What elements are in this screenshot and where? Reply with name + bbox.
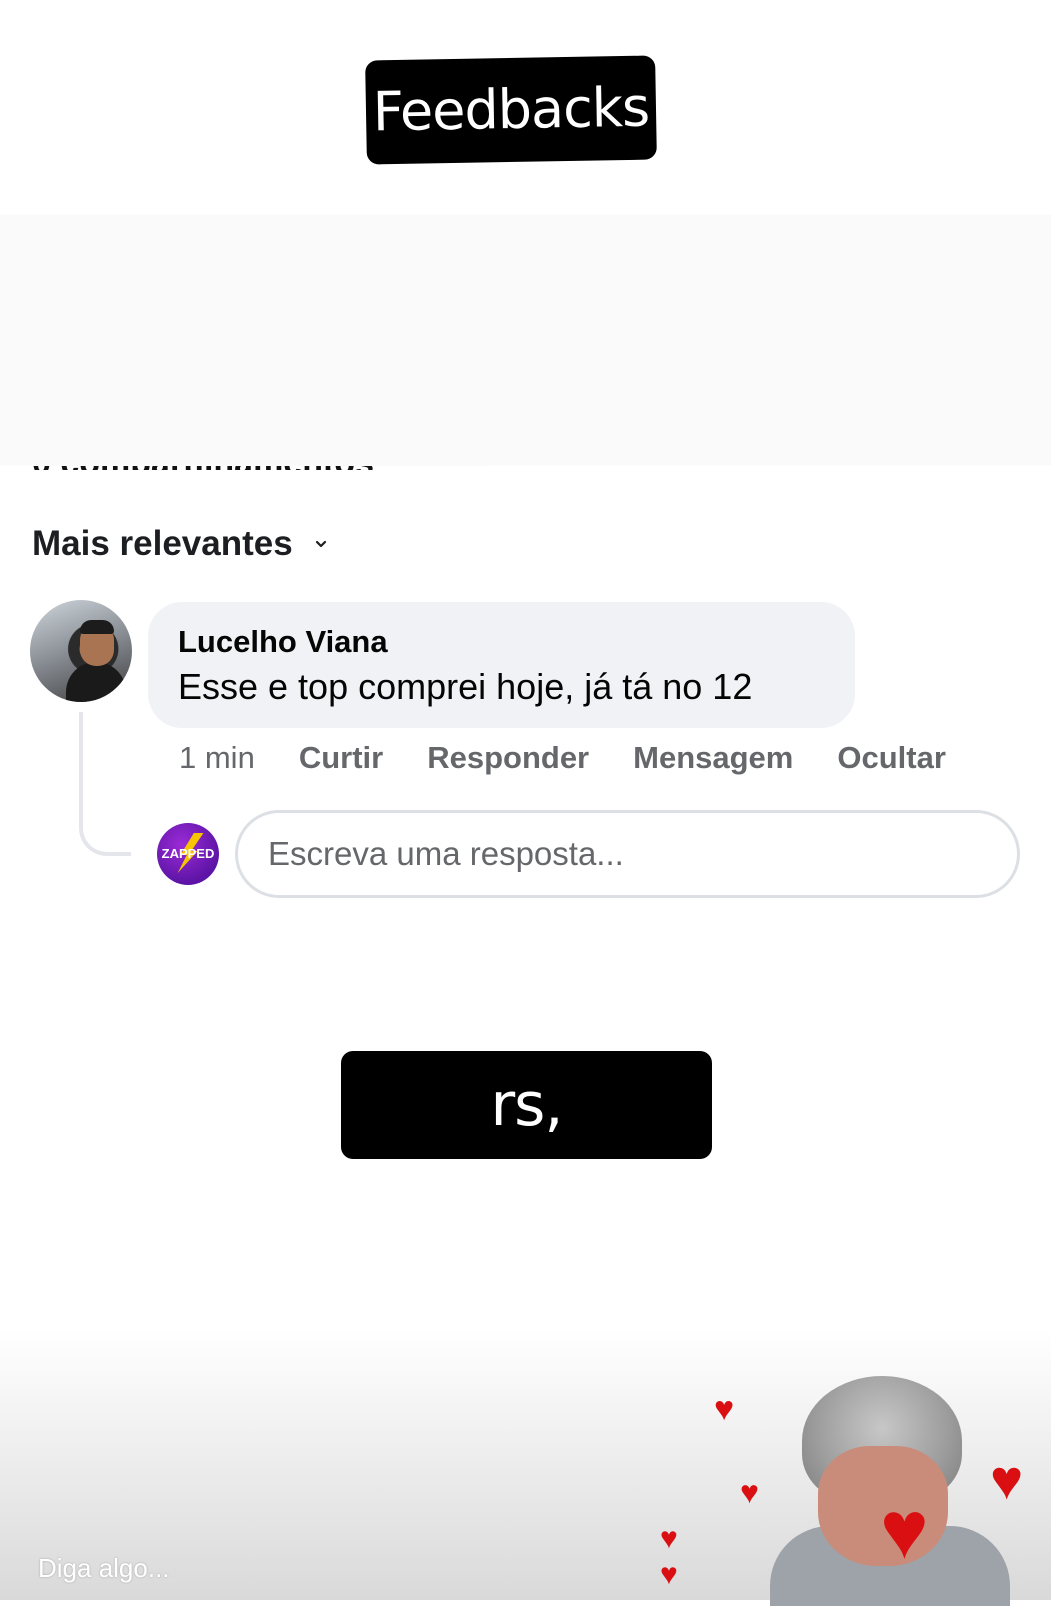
heart-icon: ♥ (990, 1448, 1024, 1511)
comment-author[interactable]: Lucelho Viana (178, 624, 388, 660)
heart-icon: ♥ (660, 1558, 678, 1591)
reply-button[interactable]: Responder (427, 740, 589, 776)
share-count-clipped: 0 compartilhamentos (30, 430, 490, 470)
page-avatar-text: ZAPPED (161, 846, 215, 861)
feedbacks-sticker: Feedbacks (365, 55, 657, 165)
heart-icon: ♥ (740, 1474, 759, 1510)
commenter-avatar[interactable] (30, 600, 132, 702)
clip-mask (30, 430, 490, 466)
screenshot-blank-area (0, 215, 1051, 465)
avatar-shirt (66, 662, 126, 702)
chevron-down-icon (315, 540, 326, 548)
heart-icon: ♥ (714, 1390, 735, 1428)
comment-text: Esse e top comprei hoje, já tá no 12 (178, 666, 753, 707)
comment-actions: 1 min Curtir Responder Mensagem Ocultar (179, 740, 946, 776)
heart-icon: ♥ (880, 1485, 929, 1576)
heart-icon: ♥ (660, 1522, 678, 1555)
sort-dropdown[interactable]: Mais relevantes (32, 524, 327, 564)
showw-sticker: rs, Showw!!!! (341, 1051, 712, 1248)
sort-label: Mais relevantes (32, 524, 293, 563)
like-button[interactable]: Curtir (299, 740, 383, 776)
story-reply-input[interactable]: Diga algo... (38, 1553, 170, 1584)
avatar-hair (80, 620, 114, 634)
comment-bubble: Lucelho Viana Esse e top comprei hoje, j… (148, 602, 855, 728)
message-button[interactable]: Mensagem (633, 740, 793, 776)
page-avatar: ZAPPED (157, 823, 219, 885)
hide-button[interactable]: Ocultar (837, 740, 946, 776)
comment-time[interactable]: 1 min (179, 740, 255, 776)
reply-input[interactable] (235, 810, 1020, 898)
reply-thread-line (79, 712, 131, 856)
